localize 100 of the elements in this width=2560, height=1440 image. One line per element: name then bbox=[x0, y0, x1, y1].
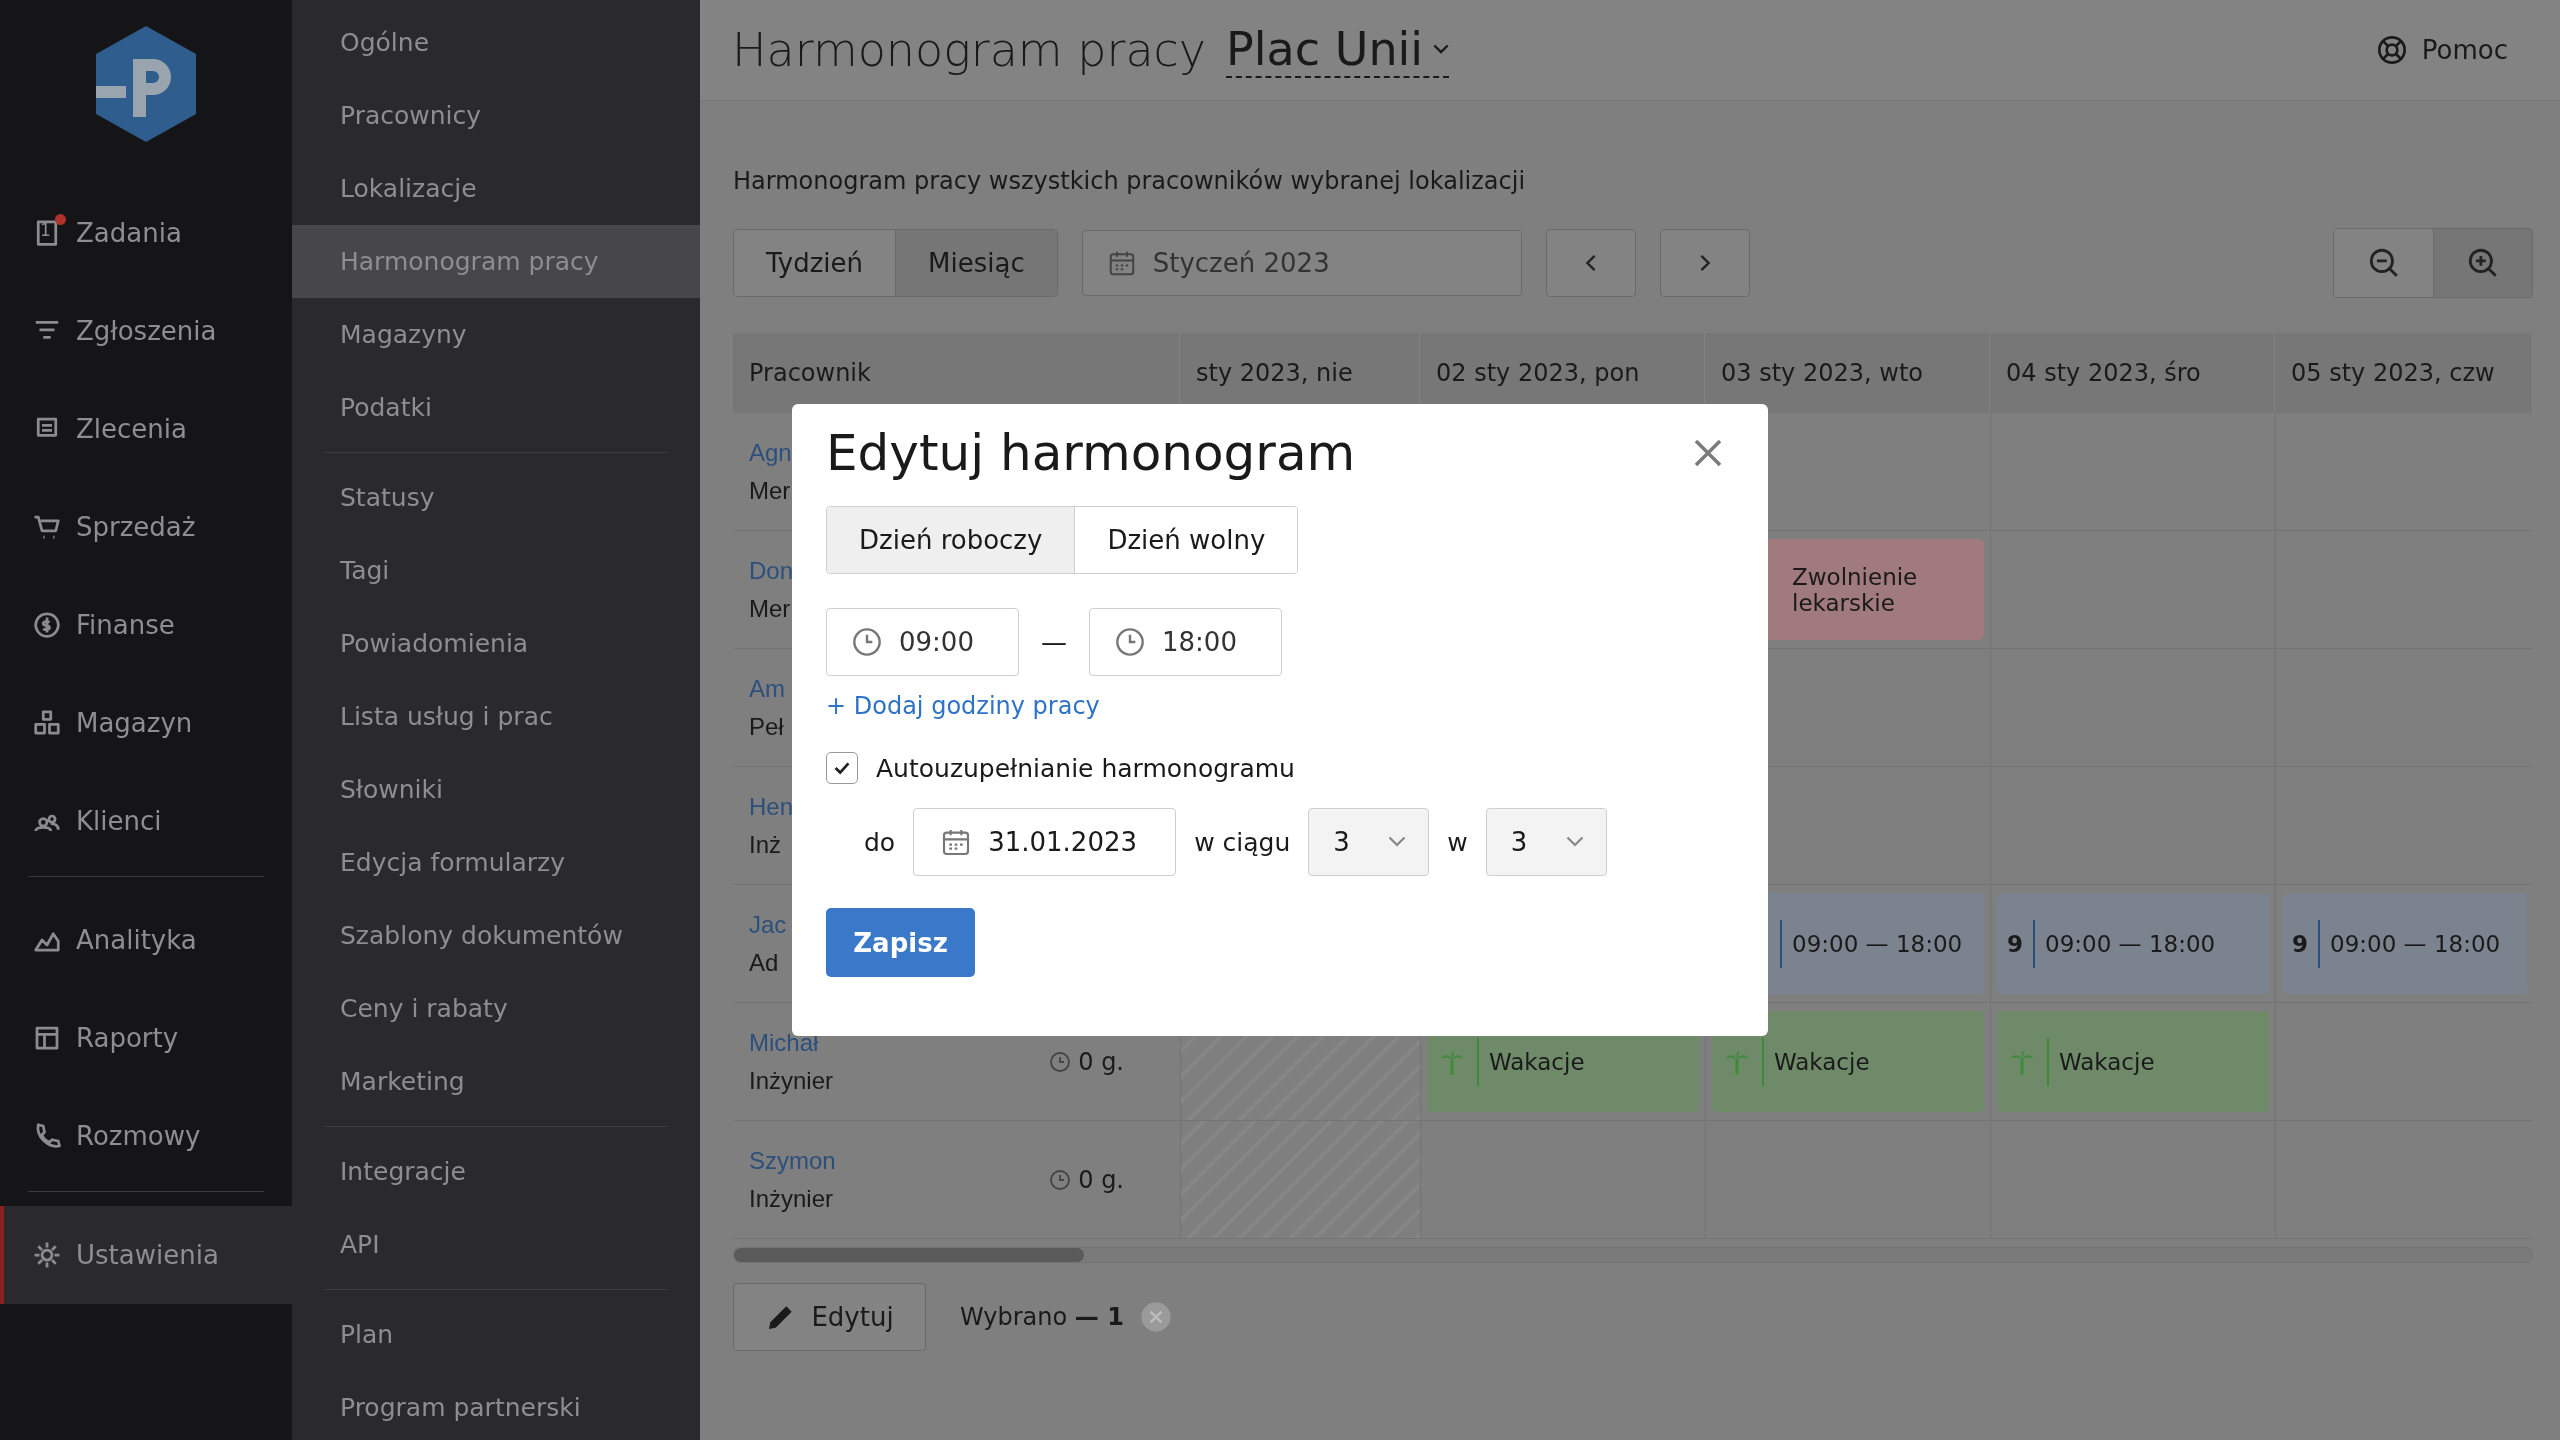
settings-menu-item[interactable]: Powiadomienia bbox=[292, 607, 700, 680]
schedule-cell[interactable]: Wakacje bbox=[1705, 1003, 1990, 1121]
settings-menu-item[interactable]: Słowniki bbox=[292, 753, 700, 826]
employee-role: Inżynier bbox=[749, 1066, 834, 1095]
vacation-entry[interactable]: Wakacje bbox=[1997, 1011, 2269, 1112]
save-button[interactable]: Zapisz bbox=[826, 908, 975, 977]
nav-item[interactable]: Zlecenia bbox=[0, 380, 292, 478]
nav-item[interactable]: Zgłoszenia bbox=[0, 282, 292, 380]
schedule-cell[interactable]: 9 09:00 — 18:00 bbox=[2275, 885, 2533, 1003]
period-select[interactable]: 3 bbox=[1485, 808, 1607, 876]
range-separator: — bbox=[1041, 627, 1067, 657]
nav-item[interactable]: Sprzedaż bbox=[0, 478, 292, 576]
edit-button[interactable]: Edytuj bbox=[733, 1283, 926, 1351]
horizontal-scrollbar[interactable] bbox=[733, 1247, 2533, 1263]
chevron-right-icon bbox=[1698, 253, 1711, 273]
nav-item[interactable]: Raporty bbox=[0, 989, 292, 1087]
nav-item[interactable]: 1 Zadania bbox=[0, 184, 292, 282]
settings-menu-item[interactable]: Pracownicy bbox=[292, 79, 700, 152]
hours-total: 0 g. bbox=[1078, 1047, 1124, 1076]
nav-item[interactable]: Ustawienia bbox=[0, 1206, 292, 1304]
nav-label: Finanse bbox=[76, 610, 175, 640]
end-date-field[interactable]: 31.01.2023 bbox=[913, 808, 1177, 876]
settings-menu-item[interactable]: Program partnerski bbox=[292, 1371, 700, 1440]
settings-menu-item[interactable]: Magazyny bbox=[292, 298, 700, 371]
notification-dot bbox=[55, 214, 66, 225]
until-label: do bbox=[864, 827, 896, 857]
settings-menu-item[interactable]: API bbox=[292, 1208, 700, 1281]
settings-menu-item[interactable]: Ogólne bbox=[292, 6, 700, 79]
shift-entry[interactable]: 9 09:00 — 18:00 bbox=[1997, 893, 2269, 994]
clock-icon bbox=[1114, 626, 1146, 658]
schedule-cell[interactable]: Wakacje bbox=[1990, 1003, 2275, 1121]
settings-menu-item[interactable]: Plan bbox=[292, 1298, 700, 1371]
settings-menu-item[interactable]: Lista usług i prac bbox=[292, 680, 700, 753]
settings-menu-item[interactable]: Harmonogram pracy bbox=[292, 225, 700, 298]
location-dropdown[interactable]: Plac Unii bbox=[1226, 22, 1450, 78]
settings-menu-item[interactable]: Podatki bbox=[292, 371, 700, 444]
dialog-title: Edytuj harmonogram bbox=[826, 424, 1356, 482]
hours-total: 0 g. bbox=[1078, 1165, 1124, 1194]
settings-menu-item[interactable]: Ceny i rabaty bbox=[292, 972, 700, 1045]
employee-role: Peł bbox=[749, 712, 785, 741]
period-field[interactable]: Styczeń 2023 bbox=[1081, 230, 1522, 296]
settings-menu-item[interactable]: Szablony dokumentów bbox=[292, 899, 700, 972]
employee-role: Ad bbox=[749, 948, 780, 977]
schedule-cell[interactable]: 9 09:00 — 18:00 bbox=[1990, 885, 2275, 1003]
nav-label: Zgłoszenia bbox=[76, 316, 217, 346]
help-link[interactable]: Pomoc bbox=[2375, 34, 2508, 66]
column-header: 04 sty 2023, śro bbox=[1990, 333, 2275, 413]
end-time-field[interactable]: 18:00 bbox=[1089, 608, 1282, 676]
lifebuoy-icon bbox=[2375, 34, 2408, 66]
clock-icon bbox=[851, 626, 883, 658]
shift-entry[interactable]: 9 09:00 — 18:00 bbox=[2282, 893, 2527, 994]
day-type-tab[interactable]: Dzień roboczy bbox=[827, 507, 1075, 573]
nav-item[interactable]: Rozmowy bbox=[0, 1087, 292, 1185]
nav-label: Rozmowy bbox=[76, 1121, 201, 1151]
zoom-out-button[interactable] bbox=[2334, 229, 2433, 297]
nav-label: Zlecenia bbox=[76, 414, 187, 444]
autofill-label: Autouzupełnianie harmonogramu bbox=[876, 753, 1295, 783]
employee-role: Mer bbox=[749, 594, 792, 623]
previous-button[interactable] bbox=[1545, 229, 1636, 297]
nav-label: Sprzedaż bbox=[76, 512, 196, 542]
vacation-entry[interactable]: Wakacje bbox=[1712, 1011, 1984, 1112]
start-time-field[interactable]: 09:00 bbox=[826, 608, 1019, 676]
period-select[interactable]: 3 bbox=[1308, 808, 1430, 876]
chevron-left-icon bbox=[1584, 253, 1597, 273]
nav-icon bbox=[32, 610, 62, 640]
within-label: w ciągu bbox=[1194, 827, 1291, 857]
clock-icon bbox=[1048, 1049, 1073, 1074]
caret-icon bbox=[1433, 43, 1450, 55]
chevron-down-icon bbox=[1565, 836, 1584, 848]
nav-item[interactable]: Analityka bbox=[0, 891, 292, 989]
settings-menu-item[interactable]: Lokalizacje bbox=[292, 152, 700, 225]
column-header: Pracownik bbox=[733, 333, 1180, 413]
nav-label: Klienci bbox=[76, 806, 162, 836]
employee-role: Mer bbox=[749, 476, 792, 505]
next-button[interactable] bbox=[1659, 229, 1750, 297]
nav-item[interactable]: Finanse bbox=[0, 576, 292, 674]
settings-menu-item[interactable]: Edycja formularzy bbox=[292, 826, 700, 899]
view-tab[interactable]: Tydzień bbox=[734, 230, 896, 296]
view-tab[interactable]: Miesiąc bbox=[895, 230, 1057, 296]
autofill-checkbox[interactable] bbox=[826, 752, 858, 784]
zoom-in-button[interactable] bbox=[2433, 229, 2532, 297]
nav-label: Magazyn bbox=[76, 708, 193, 738]
clock-icon bbox=[1048, 1167, 1073, 1192]
settings-menu-item[interactable]: Marketing bbox=[292, 1045, 700, 1118]
day-type-tab[interactable]: Dzień wolny bbox=[1074, 507, 1298, 573]
nav-label: Analityka bbox=[76, 925, 197, 955]
settings-menu-item[interactable]: Tagi bbox=[292, 534, 700, 607]
page-description: Harmonogram pracy wszystkich pracowników wybranej lokalizacji bbox=[733, 167, 1527, 195]
settings-menu-item[interactable]: Statusy bbox=[292, 461, 700, 534]
nav-item[interactable]: Magazyn bbox=[0, 674, 292, 772]
add-hours-link[interactable]: + Dodaj godziny pracy bbox=[826, 692, 1100, 720]
close-icon[interactable] bbox=[1692, 437, 1724, 469]
in-label: w bbox=[1447, 827, 1468, 857]
badge-count: 1 bbox=[40, 220, 51, 240]
column-header: 03 sty 2023, wto bbox=[1705, 333, 1990, 413]
column-header: 05 sty 2023, czw bbox=[2275, 333, 2533, 413]
settings-menu-item[interactable]: Integracje bbox=[292, 1135, 700, 1208]
clear-selection-icon[interactable] bbox=[1139, 1301, 1172, 1333]
nav-item[interactable]: Klienci bbox=[0, 772, 292, 870]
zoom-in-icon bbox=[2466, 246, 2500, 280]
